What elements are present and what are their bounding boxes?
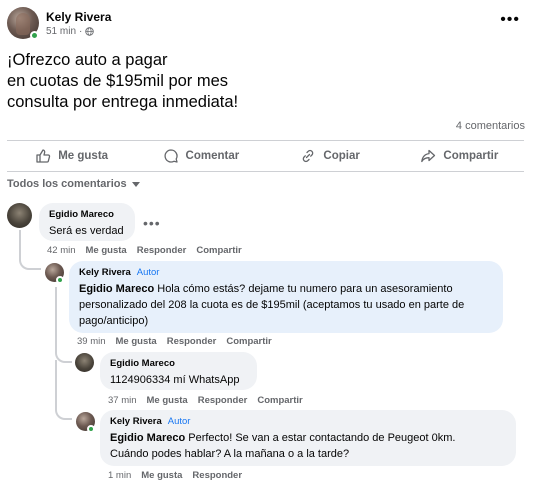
comment-filter-label: Todos los comentarios	[7, 178, 127, 190]
comment-bubble: Egidio Mareco 1124906334 mí WhatsApp	[100, 352, 257, 390]
thread-line	[55, 287, 57, 337]
comment-text-line: pago/anticipo)	[79, 315, 149, 327]
comment-icon	[163, 148, 178, 163]
globe-icon	[85, 27, 95, 36]
online-status-dot	[30, 31, 39, 40]
share-label: Compartir	[443, 149, 499, 162]
comment-like-link[interactable]: Me gusta	[116, 336, 157, 347]
comment-text-line: Perfecto! Se van a estar contactando de …	[188, 432, 456, 444]
comment-more-button[interactable]: •••	[143, 216, 161, 230]
comment-like-link[interactable]: Me gusta	[86, 245, 127, 256]
author-badge: Autor	[136, 267, 160, 278]
comment-share-link[interactable]: Compartir	[226, 336, 271, 347]
author-badge: Autor	[167, 416, 191, 427]
caret-down-icon	[131, 181, 140, 187]
comment-filter-dropdown[interactable]: Todos los comentarios	[7, 178, 140, 190]
comment-author-name[interactable]: Kely Rivera	[110, 416, 162, 427]
comment-time[interactable]: 1 min	[108, 470, 131, 480]
post-action-bar: Me gusta Comentar Copiar Compartir	[7, 140, 524, 171]
comment-text-line: Hola cómo estás? dejame tu numero para u…	[157, 283, 453, 295]
comment-time[interactable]: 42 min	[47, 245, 76, 256]
comment-author[interactable]: Egidio Mareco	[49, 209, 125, 220]
comment-label: Comentar	[185, 149, 240, 162]
online-status-dot	[87, 425, 95, 433]
comment-text: Egidio Mareco Perfecto! Se van a estar c…	[110, 430, 506, 462]
comment-actions: 1 min Me gusta Responder	[108, 470, 242, 480]
online-status-dot	[56, 276, 64, 284]
post-text-line: consulta por entrega inmediata!	[7, 93, 239, 111]
comment-author: Kely Rivera Autor	[79, 267, 493, 278]
comment-like-link[interactable]: Me gusta	[147, 395, 188, 406]
comment-text: 1124906334 mí WhatsApp	[110, 374, 240, 386]
commenter-avatar[interactable]	[75, 353, 94, 372]
divider	[7, 171, 524, 172]
comment-time[interactable]: 37 min	[108, 395, 137, 406]
comment-share-link[interactable]: Compartir	[196, 245, 241, 256]
meta-separator: ·	[79, 26, 83, 37]
comment-text: Será es verdad	[49, 225, 124, 237]
thread-line	[19, 230, 21, 260]
comment-author-name[interactable]: Egidio Mareco	[110, 358, 175, 369]
post-more-button[interactable]: •••	[500, 12, 520, 28]
comment-reply-link[interactable]: Responder	[167, 336, 217, 347]
thread-connector	[55, 335, 72, 363]
mention-link[interactable]: Egidio Mareco	[110, 432, 185, 444]
post-text-line: en cuotas de $195mil por mes	[7, 72, 229, 90]
post-meta: 51 min ·	[46, 26, 95, 37]
comment-author-name[interactable]: Kely Rivera	[79, 267, 131, 278]
thread-connector	[19, 258, 41, 270]
comment-reply-link[interactable]: Responder	[137, 245, 187, 256]
comment-button[interactable]: Comentar	[136, 140, 265, 171]
comment-reply-link[interactable]: Responder	[198, 395, 248, 406]
post-author-name[interactable]: Kely Rivera	[46, 10, 111, 24]
share-icon	[421, 149, 436, 162]
thumbs-up-icon	[36, 148, 51, 163]
comment-actions: 37 min Me gusta Responder Compartir	[108, 395, 303, 406]
thread-connector	[55, 360, 72, 420]
comment-bubble: Kely Rivera Autor Egidio Mareco Hola cóm…	[69, 261, 503, 333]
post-text-line: ¡Ofrezco auto a pagar	[7, 51, 168, 69]
comment-text: Egidio Mareco Hola cómo estás? dejame tu…	[79, 281, 493, 329]
comment-author-name[interactable]: Egidio Mareco	[49, 209, 114, 220]
comment-time[interactable]: 39 min	[77, 336, 106, 347]
comment-actions: 42 min Me gusta Responder Compartir	[47, 245, 242, 256]
comment-author: Kely Rivera Autor	[110, 416, 506, 427]
comment-author: Egidio Mareco	[110, 358, 247, 369]
share-button[interactable]: Compartir	[395, 140, 524, 171]
commenter-avatar[interactable]	[7, 203, 32, 228]
comment-bubble: Egidio Mareco Será es verdad	[39, 203, 135, 241]
copy-button[interactable]: Copiar	[266, 140, 395, 171]
comment-like-link[interactable]: Me gusta	[141, 470, 182, 480]
comment-text-line: personalizado del 208 la cuota es de $19…	[79, 299, 465, 311]
comment-bubble: Kely Rivera Autor Egidio Mareco Perfecto…	[100, 410, 516, 466]
comment-share-link[interactable]: Compartir	[257, 395, 302, 406]
post-time[interactable]: 51 min	[46, 26, 76, 37]
like-button[interactable]: Me gusta	[7, 140, 136, 171]
mention-link[interactable]: Egidio Mareco	[79, 283, 154, 295]
comment-count[interactable]: 4 comentarios	[456, 120, 525, 132]
link-icon	[303, 149, 314, 162]
copy-label: Copiar	[323, 149, 360, 162]
post-header: Kely Rivera 51 min · •••	[7, 7, 528, 41]
like-label: Me gusta	[58, 149, 109, 162]
comment-text-line: Cuándo podes hablar? A la mañana o a la …	[110, 448, 350, 460]
comment-reply-link[interactable]: Responder	[192, 470, 242, 480]
comment-actions: 39 min Me gusta Responder Compartir	[77, 336, 272, 347]
post-text: ¡Ofrezco auto a pagar en cuotas de $195m…	[7, 50, 517, 113]
